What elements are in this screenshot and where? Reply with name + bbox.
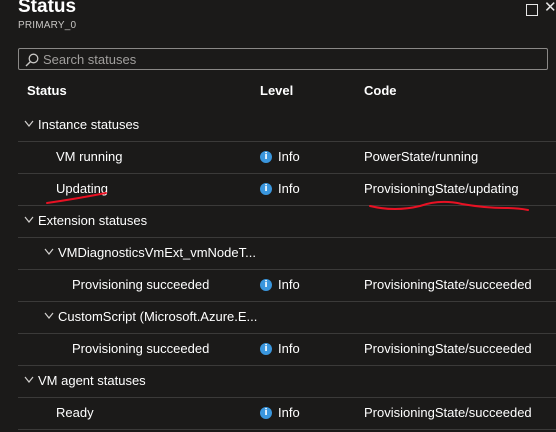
info-icon: i: [260, 343, 272, 355]
level-label: Info: [278, 181, 300, 196]
search-input[interactable]: [43, 50, 538, 68]
status-label: Ready: [56, 405, 94, 420]
chevron-down-icon[interactable]: [24, 216, 34, 224]
search-box[interactable]: [18, 48, 548, 70]
table-row[interactable]: Provisioning succeeded i Info ProvisioningS…: [18, 333, 556, 366]
status-label: Provisioning succeeded: [72, 341, 210, 356]
group-row[interactable]: VM agent statuses: [18, 365, 556, 398]
status-label: Provisioning succeeded: [72, 277, 210, 292]
table-row[interactable]: Ready i Info ProvisioningState/succeeded: [18, 397, 556, 430]
close-icon[interactable]: ✕: [544, 0, 556, 16]
column-header-level[interactable]: Level: [260, 83, 293, 98]
code-label: ProvisioningState/updating: [364, 181, 519, 196]
info-icon: i: [260, 151, 272, 163]
group-row[interactable]: CustomScript (Microsoft.Azure.E...: [18, 301, 556, 334]
level-label: Info: [278, 149, 300, 164]
status-label: Instance statuses: [38, 117, 140, 132]
code-label: ProvisioningState/succeeded: [364, 341, 532, 356]
status-label: CustomScript (Microsoft.Azure.E...: [58, 309, 258, 324]
table-row[interactable]: VM running i Info PowerState/running: [18, 141, 556, 174]
page-title: Status: [18, 0, 77, 17]
group-row[interactable]: Instance statuses: [18, 109, 556, 142]
column-header-status[interactable]: Status: [27, 83, 67, 98]
page-subtitle: PRIMARY_0: [18, 20, 77, 31]
code-label: PowerState/running: [364, 149, 479, 164]
info-icon: i: [260, 183, 272, 195]
maximize-icon[interactable]: [526, 4, 538, 16]
chevron-down-icon[interactable]: [44, 312, 54, 320]
group-row[interactable]: Extension statuses: [18, 205, 556, 238]
level-label: Info: [278, 341, 300, 356]
code-label: ProvisioningState/succeeded: [364, 405, 532, 420]
info-icon: i: [260, 279, 272, 291]
code-label: ProvisioningState/succeeded: [364, 277, 532, 292]
table-row[interactable]: Provisioning succeeded i Info ProvisioningS…: [18, 269, 556, 302]
chevron-down-icon[interactable]: [24, 376, 34, 384]
search-icon: [25, 53, 39, 67]
blade-header: Status PRIMARY_0 ✕: [0, 0, 556, 38]
group-row[interactable]: VMDiagnosticsVmExt_vmNodeT...: [18, 237, 556, 270]
info-icon: i: [260, 407, 272, 419]
status-label: Updating: [56, 181, 109, 196]
chevron-down-icon[interactable]: [24, 120, 34, 128]
column-header-code[interactable]: Code: [364, 83, 397, 98]
status-label: Extension statuses: [38, 213, 148, 228]
level-label: Info: [278, 405, 300, 420]
status-label: VM running: [56, 149, 123, 164]
level-label: Info: [278, 277, 300, 292]
chevron-down-icon[interactable]: [44, 248, 54, 256]
status-label: VMDiagnosticsVmExt_vmNodeT...: [58, 245, 256, 260]
status-label: VM agent statuses: [38, 373, 146, 388]
table-row[interactable]: Updating i Info ProvisioningState/updating: [18, 173, 556, 206]
